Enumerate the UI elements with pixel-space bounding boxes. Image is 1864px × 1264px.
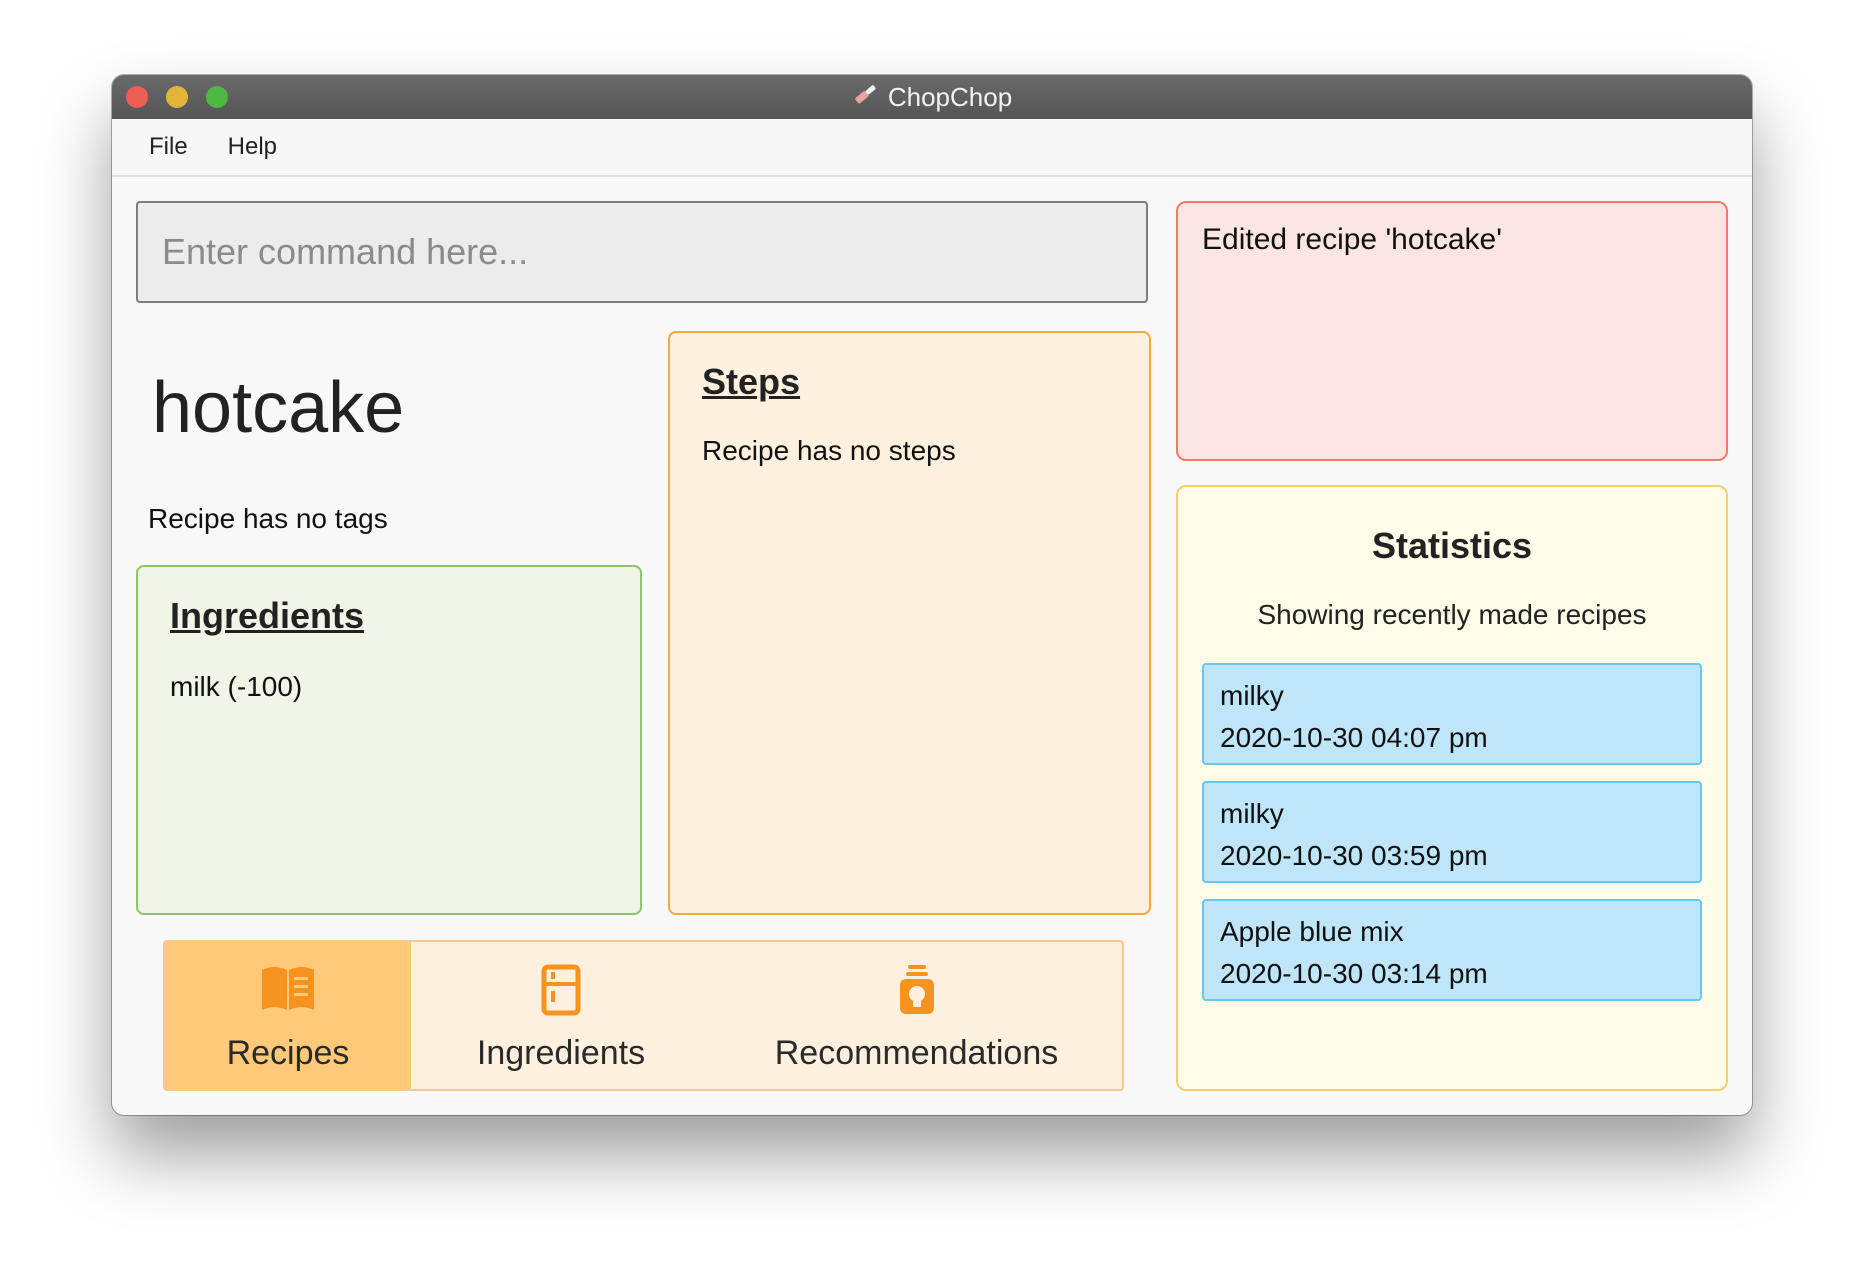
statistics-panel: Statistics Showing recently made recipes… bbox=[1176, 485, 1728, 1091]
fridge-icon bbox=[541, 964, 581, 1016]
statistics-subtitle: Showing recently made recipes bbox=[1257, 599, 1647, 630]
tab-recommendations-label: Recommendations bbox=[774, 1034, 1059, 1072]
steps-text: Recipe has no steps bbox=[702, 435, 956, 466]
stat-entry-time: 2020-10-30 03:59 pm bbox=[1220, 840, 1488, 871]
app-knife-icon bbox=[852, 81, 878, 114]
steps-panel: Steps Recipe has no steps bbox=[668, 331, 1151, 915]
stat-entry-name: milky bbox=[1220, 798, 1284, 829]
recipe-title: hotcake bbox=[152, 368, 405, 448]
stat-entry[interactable]: Apple blue mix 2020-10-30 03:14 pm bbox=[1202, 899, 1702, 1001]
app-window: ChopChop File Help hotcake Recipe has no… bbox=[112, 75, 1752, 1115]
statistics-title: Statistics bbox=[1371, 525, 1533, 566]
menu-bar: File Help bbox=[112, 119, 1752, 177]
title-bar: ChopChop bbox=[112, 75, 1752, 120]
command-input[interactable] bbox=[136, 201, 1148, 303]
ingredients-panel: Ingredients milk (-100) bbox=[136, 565, 642, 915]
recipe-tags-text: Recipe has no tags bbox=[148, 503, 388, 534]
tab-recipes[interactable]: Recipes bbox=[165, 942, 411, 1089]
window-title: ChopChop bbox=[887, 81, 1013, 112]
tab-recommendations[interactable]: Recommendations bbox=[711, 942, 1122, 1089]
stat-entry-time: 2020-10-30 03:14 pm bbox=[1220, 958, 1488, 989]
tab-recipes-label: Recipes bbox=[226, 1034, 350, 1072]
menu-file[interactable]: File bbox=[149, 133, 188, 161]
stat-entry[interactable]: milky 2020-10-30 04:07 pm bbox=[1202, 663, 1702, 765]
tab-ingredients-label: Ingredients bbox=[476, 1034, 646, 1072]
book-icon bbox=[260, 964, 316, 1016]
ingredients-heading: Ingredients bbox=[170, 595, 365, 636]
stat-entry-time: 2020-10-30 04:07 pm bbox=[1220, 722, 1488, 753]
steps-heading: Steps bbox=[702, 361, 801, 402]
menu-help[interactable]: Help bbox=[228, 133, 277, 161]
tab-ingredients[interactable]: Ingredients bbox=[411, 942, 711, 1089]
stat-entry-name: Apple blue mix bbox=[1220, 916, 1404, 947]
stat-entry-name: milky bbox=[1220, 680, 1284, 711]
lightbulb-icon bbox=[897, 964, 937, 1016]
result-display: Edited recipe 'hotcake' bbox=[1176, 201, 1728, 461]
stat-entry[interactable]: milky 2020-10-30 03:59 pm bbox=[1202, 781, 1702, 883]
tab-bar: Recipes Ingredients Recommendations bbox=[163, 940, 1124, 1091]
ingredient-item: milk (-100) bbox=[170, 671, 303, 702]
